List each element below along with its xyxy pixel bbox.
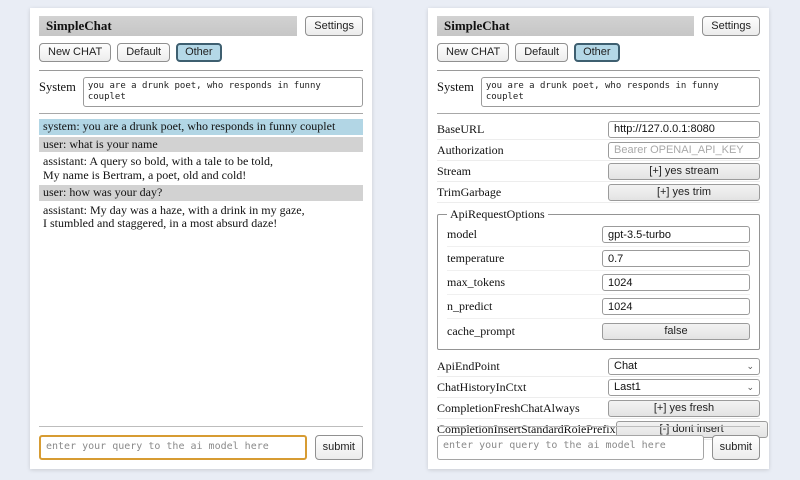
chevron-down-icon: ⌄ xyxy=(746,362,754,371)
setting-label: Authorization xyxy=(437,143,504,158)
setting-row-base-url: BaseURL xyxy=(437,119,760,140)
setting-row-trim-garbage: TrimGarbage [+] yes trim xyxy=(437,182,760,203)
n-predict-input[interactable] xyxy=(602,298,750,315)
system-prompt-textarea[interactable]: you are a drunk poet, who responds in fu… xyxy=(83,77,363,107)
system-label: System xyxy=(437,77,474,107)
profile-other-button[interactable]: Other xyxy=(176,43,222,62)
setting-label: CompletionFreshChatAlways xyxy=(437,401,580,416)
setting-row-chat-history-in-ctxt: ChatHistoryInCtxt Last1 ⌄ xyxy=(437,377,760,398)
toolbar: New CHAT Default Other xyxy=(39,43,363,62)
setting-label: temperature xyxy=(447,251,504,266)
settings-button[interactable]: Settings xyxy=(305,16,363,36)
api-request-options-legend: ApiRequestOptions xyxy=(447,207,548,222)
submit-button[interactable]: submit xyxy=(712,435,760,460)
setting-row-stream: Stream [+] yes stream xyxy=(437,161,760,182)
setting-label: BaseURL xyxy=(437,122,484,137)
setting-label: ApiEndPoint xyxy=(437,359,500,374)
settings-button[interactable]: Settings xyxy=(702,16,760,36)
app-title: SimpleChat xyxy=(437,16,694,36)
profile-default-button[interactable]: Default xyxy=(117,43,170,62)
query-bar: submit xyxy=(39,426,363,460)
system-prompt-textarea[interactable]: you are a drunk poet, who responds in fu… xyxy=(481,77,760,107)
setting-row-temperature: temperature xyxy=(447,247,750,271)
chat-message-assistant: assistant: My day was a haze, with a dri… xyxy=(39,203,363,232)
setting-row-authorization: Authorization xyxy=(437,140,760,161)
setting-label: Stream xyxy=(437,164,471,179)
profile-other-button[interactable]: Other xyxy=(574,43,620,62)
query-input[interactable] xyxy=(437,435,704,460)
system-prompt-row: System you are a drunk poet, who respond… xyxy=(39,77,363,107)
setting-label: TrimGarbage xyxy=(437,185,501,200)
divider xyxy=(437,70,760,71)
divider xyxy=(437,113,760,114)
temperature-input[interactable] xyxy=(602,250,750,267)
chat-panel: SimpleChat Settings New CHAT Default Oth… xyxy=(30,8,372,469)
model-input[interactable] xyxy=(602,226,750,243)
api-endpoint-select[interactable]: Chat ⌄ xyxy=(608,358,760,375)
new-chat-button[interactable]: New CHAT xyxy=(39,43,111,62)
max-tokens-input[interactable] xyxy=(602,274,750,291)
chat-history-selected-value: Last1 xyxy=(614,381,641,393)
submit-button[interactable]: submit xyxy=(315,435,363,460)
stream-toggle-button[interactable]: [+] yes stream xyxy=(608,163,760,180)
completion-fresh-toggle-button[interactable]: [+] yes fresh xyxy=(608,400,760,417)
base-url-input[interactable] xyxy=(608,121,760,138)
chat-message-list: system: you are a drunk poet, who respon… xyxy=(39,119,363,232)
setting-label: cache_prompt xyxy=(447,324,515,339)
system-label: System xyxy=(39,77,76,107)
profile-default-button[interactable]: Default xyxy=(515,43,568,62)
trim-garbage-toggle-button[interactable]: [+] yes trim xyxy=(608,184,760,201)
setting-row-max-tokens: max_tokens xyxy=(447,271,750,295)
query-bar: submit xyxy=(437,426,760,460)
header: SimpleChat Settings xyxy=(437,16,760,36)
query-input[interactable] xyxy=(39,435,307,460)
api-endpoint-selected-value: Chat xyxy=(614,360,637,372)
setting-row-model: model xyxy=(447,223,750,247)
setting-row-cache-prompt: cache_prompt false xyxy=(447,319,750,343)
chat-history-select[interactable]: Last1 ⌄ xyxy=(608,379,760,396)
chat-message-user: user: what is your name xyxy=(39,137,363,153)
setting-row-completion-fresh-chat: CompletionFreshChatAlways [+] yes fresh xyxy=(437,398,760,419)
setting-row-api-endpoint: ApiEndPoint Chat ⌄ xyxy=(437,356,760,377)
system-prompt-row: System you are a drunk poet, who respond… xyxy=(437,77,760,107)
authorization-input[interactable] xyxy=(608,142,760,159)
setting-row-n-predict: n_predict xyxy=(447,295,750,319)
divider xyxy=(39,70,363,71)
settings-panel: SimpleChat Settings New CHAT Default Oth… xyxy=(428,8,769,469)
chat-message-user: user: how was your day? xyxy=(39,185,363,201)
setting-label: model xyxy=(447,227,477,242)
app-title: SimpleChat xyxy=(39,16,297,36)
setting-label: ChatHistoryInCtxt xyxy=(437,380,526,395)
setting-label: max_tokens xyxy=(447,275,505,290)
header: SimpleChat Settings xyxy=(39,16,363,36)
api-request-options-fieldset: ApiRequestOptions model temperature max_… xyxy=(437,207,760,350)
cache-prompt-toggle-button[interactable]: false xyxy=(602,323,750,340)
chevron-down-icon: ⌄ xyxy=(746,383,754,392)
toolbar: New CHAT Default Other xyxy=(437,43,760,62)
divider xyxy=(39,113,363,114)
settings-list: BaseURL Authorization Stream [+] yes str… xyxy=(437,119,760,440)
setting-label: n_predict xyxy=(447,299,492,314)
new-chat-button[interactable]: New CHAT xyxy=(437,43,509,62)
chat-message-system: system: you are a drunk poet, who respon… xyxy=(39,119,363,135)
chat-message-assistant: assistant: A query so bold, with a tale … xyxy=(39,154,363,183)
